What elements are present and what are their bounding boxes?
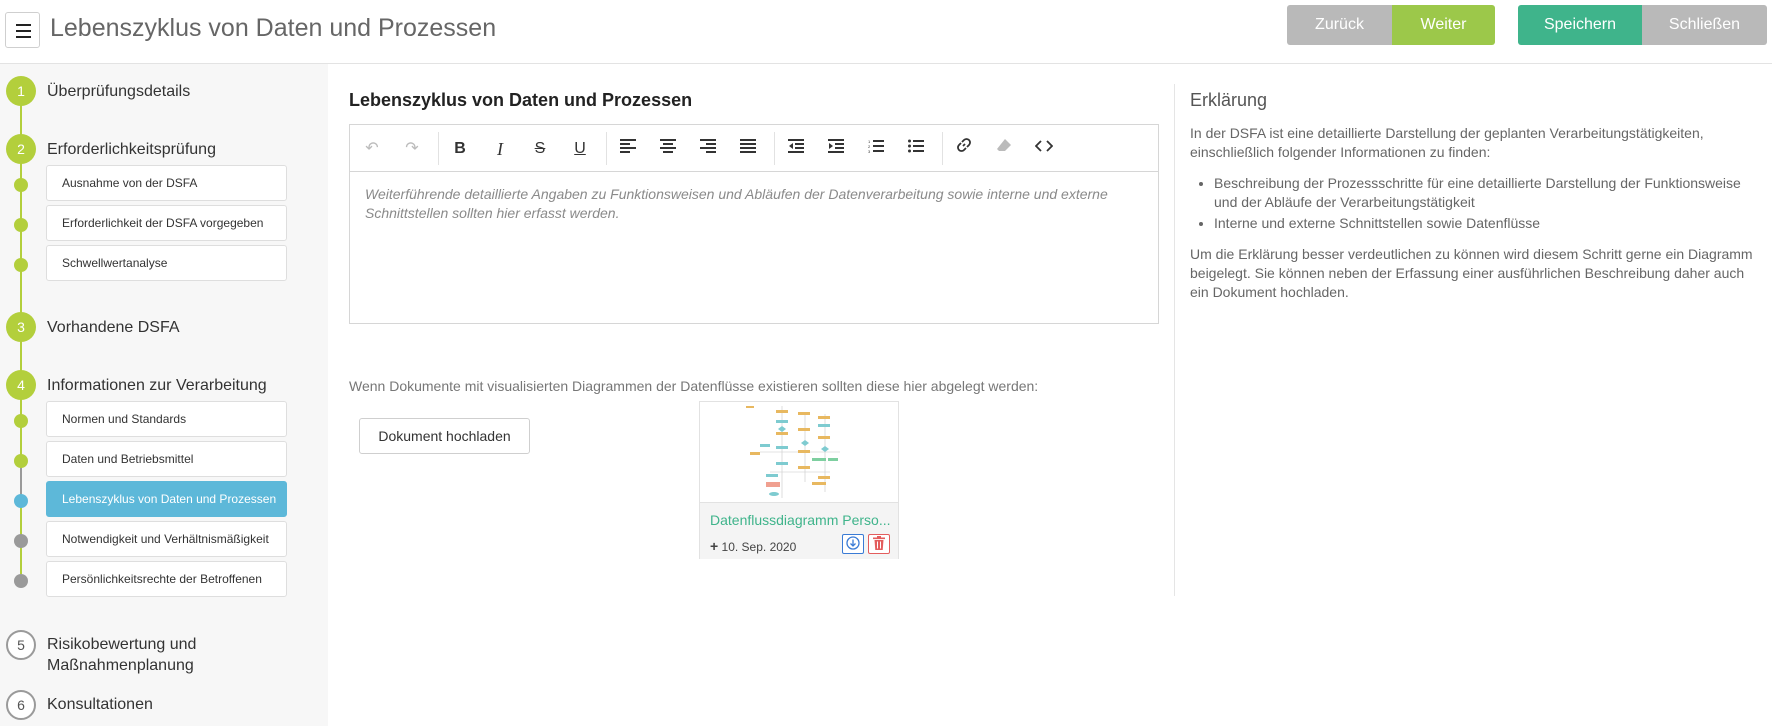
step-number-2[interactable]: 2 (6, 134, 36, 164)
step-number-4[interactable]: 4 (6, 370, 36, 400)
document-date: + 10. Sep. 2020 (710, 538, 796, 554)
hamburger-icon (16, 24, 31, 26)
back-button[interactable]: Zurück (1287, 5, 1392, 45)
align-left-icon[interactable] (613, 134, 643, 164)
sidebar-item-notwendigkeit[interactable]: Notwendigkeit und Verhältnismäßigkeit (46, 521, 287, 557)
step-number-3[interactable]: 3 (6, 312, 36, 342)
step-label-2[interactable]: Erforderlichkeitsprüfung (47, 139, 216, 160)
section-heading: Lebenszyklus von Daten und Prozessen (349, 90, 693, 110)
download-icon (846, 535, 860, 550)
explanation-body: In der DSFA ist eine detaillierte Darste… (1190, 124, 1765, 314)
page-title: Lebenszyklus von Daten und Prozessen (50, 14, 497, 42)
toolbar-separator (438, 132, 439, 165)
sidebar-item-daten[interactable]: Daten und Betriebsmittel (46, 441, 287, 477)
svg-text:3: 3 (868, 149, 871, 153)
sidebar-item-ausnahme[interactable]: Ausnahme von der DSFA (46, 165, 287, 201)
strikethrough-icon[interactable]: S (525, 134, 555, 164)
step-label-4[interactable]: Informationen zur Verarbeitung (47, 375, 267, 396)
upload-document-button[interactable]: Dokument hochladen (359, 418, 530, 454)
substep-dot (14, 414, 28, 428)
bold-icon[interactable]: B (445, 134, 475, 164)
step-label-3[interactable]: Vorhandene DSFA (47, 317, 180, 338)
substep-dot (14, 178, 28, 192)
sidebar-item-persoenlichkeitsrechte[interactable]: Persönlichkeitsrechte der Betroffenen (46, 561, 287, 597)
panel-divider (1174, 84, 1175, 596)
list-item: Interne und externe Schnittstellen sowie… (1214, 214, 1765, 233)
toolbar-separator (606, 132, 607, 165)
editor-toolbar: ↶ ↷ B I S U 123 (350, 125, 1158, 172)
hamburger-icon-bar (16, 36, 31, 38)
step-number-1[interactable]: 1 (6, 76, 36, 106)
document-card[interactable]: Datenflussdiagramm Perso... + 10. Sep. 2… (699, 401, 899, 559)
sidebar-item-erforderlichkeit[interactable]: Erforderlichkeit der DSFA vorgegeben (46, 205, 287, 241)
outdent-icon[interactable] (781, 134, 811, 164)
list-item: Beschreibung der Prozessschritte für ein… (1214, 174, 1765, 212)
explanation-title: Erklärung (1190, 90, 1268, 110)
sidebar-item-normen[interactable]: Normen und Standards (46, 401, 287, 437)
align-justify-icon[interactable] (733, 134, 763, 164)
save-button[interactable]: Speichern (1518, 5, 1642, 45)
document-name-link[interactable]: Datenflussdiagramm Perso... (710, 512, 895, 528)
plus-icon: + (710, 538, 719, 554)
app-header: Lebenszyklus von Daten und Prozessen Zur… (0, 0, 1772, 64)
document-meta: Datenflussdiagramm Perso... + 10. Sep. 2… (700, 503, 898, 559)
trash-icon (873, 535, 885, 550)
next-button[interactable]: Weiter (1392, 5, 1495, 45)
eraser-icon[interactable] (989, 134, 1019, 164)
indent-icon[interactable] (821, 134, 851, 164)
toolbar-separator (942, 132, 943, 165)
step-number-6[interactable]: 6 (6, 690, 36, 720)
step-label-5[interactable]: Risikobewertung und Maßnahmenplanung (47, 634, 247, 676)
step-number-5[interactable]: 5 (6, 630, 36, 660)
redo-icon[interactable]: ↷ (397, 134, 427, 164)
ordered-list-icon[interactable]: 123 (861, 134, 891, 164)
undo-icon[interactable]: ↶ (357, 134, 387, 164)
step-label-6[interactable]: Konsultationen (47, 694, 153, 715)
bullet-list-icon[interactable] (901, 134, 931, 164)
hamburger-icon-bar (16, 30, 31, 32)
substep-dot (14, 454, 28, 468)
documents-hint: Wenn Dokumente mit visualisierten Diagra… (349, 378, 1039, 394)
document-thumbnail[interactable] (700, 402, 898, 503)
align-right-icon[interactable] (693, 134, 723, 164)
menu-button[interactable] (5, 12, 40, 48)
step-label-1[interactable]: Überprüfungsdetails (47, 81, 190, 102)
link-icon[interactable] (949, 134, 979, 164)
substep-dot-pending (14, 574, 28, 588)
close-button[interactable]: Schließen (1642, 5, 1767, 45)
delete-button[interactable] (868, 534, 890, 554)
sidebar-item-lebenszyklus[interactable]: Lebenszyklus von Daten und Prozessen (46, 481, 287, 517)
explanation-list: Beschreibung der Prozessschritte für ein… (1214, 174, 1765, 233)
substep-dot-pending (14, 534, 28, 548)
toolbar-separator (774, 132, 775, 165)
rich-text-editor[interactable]: ↶ ↷ B I S U 123 Weiterführende detaillie… (349, 124, 1159, 324)
underline-icon[interactable]: U (565, 134, 595, 164)
step-sidebar: 1 Überprüfungsdetails 2 Erforderlichkeit… (0, 64, 328, 726)
download-button[interactable] (842, 534, 864, 554)
substep-dot-active (14, 494, 28, 508)
explanation-intro: In der DSFA ist eine detaillierte Darste… (1190, 125, 1704, 160)
document-date-text: 10. Sep. 2020 (721, 540, 797, 554)
italic-icon[interactable]: I (485, 134, 515, 164)
substep-dot (14, 218, 28, 232)
substep-dot (14, 258, 28, 272)
code-icon[interactable] (1029, 134, 1059, 164)
sidebar-item-schwellwertanalyse[interactable]: Schwellwertanalyse (46, 245, 287, 281)
explanation-outro: Um die Erklärung besser verdeutlichen zu… (1190, 246, 1753, 300)
editor-placeholder[interactable]: Weiterführende detaillierte Angaben zu F… (350, 172, 1158, 236)
align-center-icon[interactable] (653, 134, 683, 164)
